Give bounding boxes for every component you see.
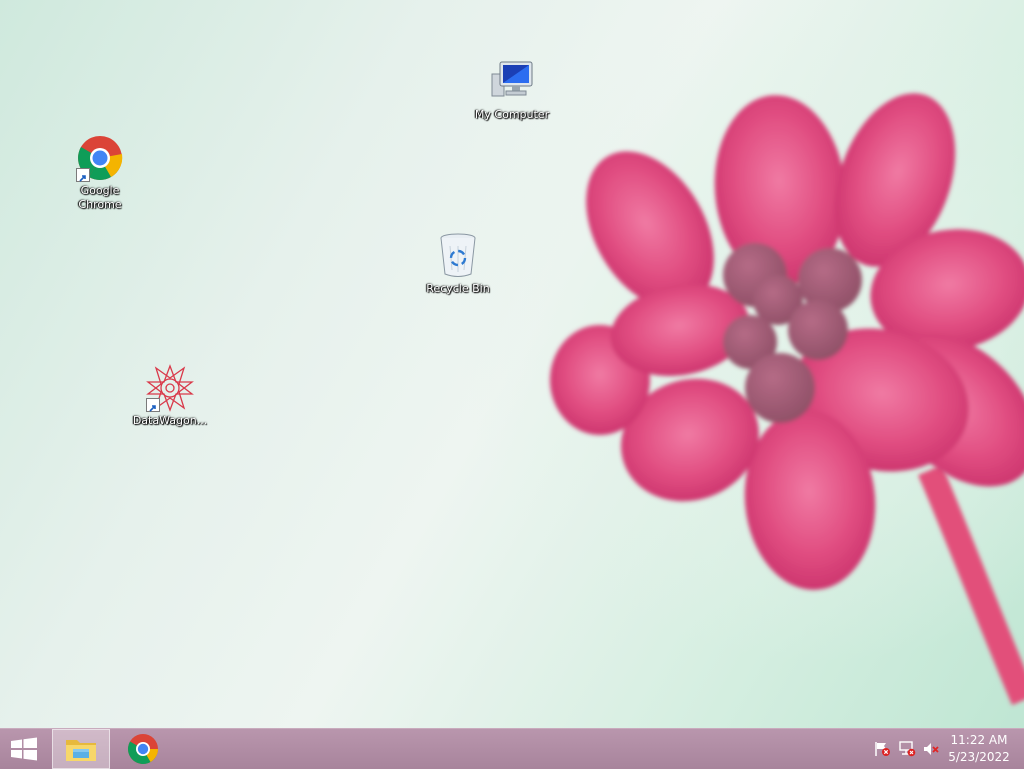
desktop[interactable]: My Computer Google Chrome Recycle Bin Da… [0, 0, 1024, 728]
google-chrome-icon [76, 134, 124, 182]
start-button[interactable] [0, 729, 48, 769]
desktop-icon-google-chrome[interactable]: Google Chrome [58, 134, 142, 212]
desktop-icon-label: Recycle Bin [426, 282, 490, 295]
datawagon-icon [146, 364, 194, 412]
my-computer-icon [488, 58, 536, 106]
shortcut-arrow-icon [146, 398, 160, 412]
volume-muted-icon[interactable] [922, 741, 940, 757]
network-icon[interactable] [898, 741, 916, 757]
desktop-icon-label: My Computer [474, 108, 550, 121]
shortcut-arrow-icon [76, 168, 90, 182]
taskbar-file-explorer-button[interactable] [52, 729, 110, 769]
desktop-icon-recycle-bin[interactable]: Recycle Bin [416, 232, 500, 296]
windows-start-icon [11, 737, 37, 761]
clock-time: 11:22 AM [950, 733, 1008, 747]
clock-date: 5/23/2022 [948, 750, 1010, 764]
desktop-icon-label: DataWagon... [132, 414, 208, 427]
taskbar: 11:22 AM 5/23/2022 [0, 728, 1024, 769]
taskbar-chrome-button[interactable] [116, 729, 170, 769]
action-center-flag-icon[interactable] [873, 741, 891, 757]
desktop-icon-datawagon[interactable]: DataWagon... [128, 364, 212, 428]
file-explorer-icon [66, 740, 96, 761]
desktop-icon-my-computer[interactable]: My Computer [470, 58, 554, 122]
chrome-icon [127, 734, 158, 765]
taskbar-clock[interactable]: 11:22 AM 5/23/2022 [944, 732, 1014, 766]
desktop-icon-label: Google Chrome [78, 184, 122, 211]
recycle-bin-icon [434, 232, 482, 280]
